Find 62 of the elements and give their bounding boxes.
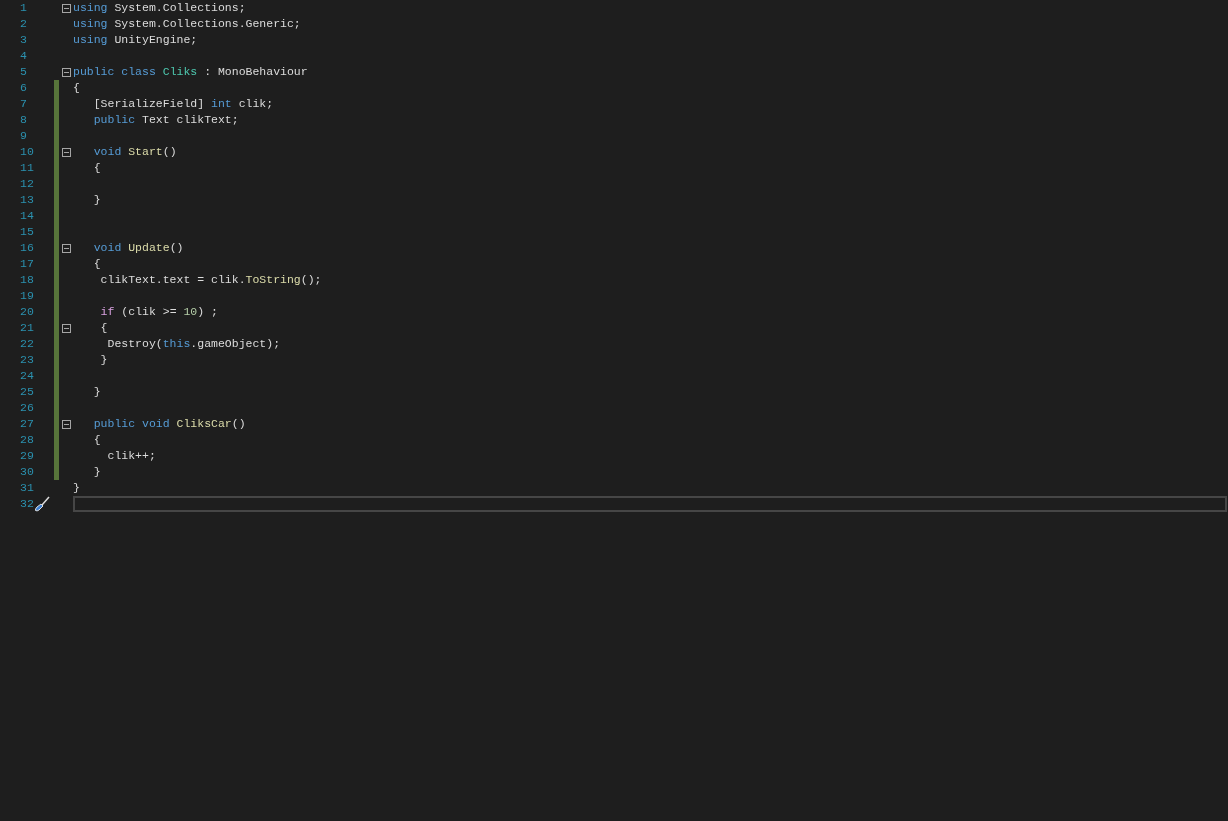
collapse-icon[interactable] xyxy=(61,419,71,429)
line-number: 3 xyxy=(19,32,28,48)
code-line: { xyxy=(73,80,80,96)
code-line: } xyxy=(99,352,108,368)
code-line: } xyxy=(92,384,101,400)
line-number: 24 xyxy=(19,368,34,384)
line-number: 26 xyxy=(19,400,34,416)
code-line: void Start() xyxy=(92,144,177,160)
code-line: { xyxy=(92,432,101,448)
line-number: 12 xyxy=(19,176,34,192)
code-line: clik++; xyxy=(106,448,156,464)
code-line: } xyxy=(73,480,80,496)
collapse-icon[interactable] xyxy=(61,67,71,77)
code-line: } xyxy=(92,464,101,480)
code-line: using System.Collections; xyxy=(73,0,246,16)
code-line: } xyxy=(92,192,101,208)
line-number: 31 xyxy=(19,480,34,496)
line-number: 18 xyxy=(19,272,34,288)
line-number: 19 xyxy=(19,288,34,304)
line-number: 17 xyxy=(19,256,34,272)
line-number: 10 xyxy=(19,144,34,160)
collapse-icon[interactable] xyxy=(61,147,71,157)
line-number: 1 xyxy=(19,0,28,16)
line-number: 29 xyxy=(19,448,34,464)
line-number: 7 xyxy=(19,96,28,112)
code-line: public class Cliks : MonoBehaviour xyxy=(73,64,308,80)
line-number: 16 xyxy=(19,240,34,256)
line-number: 25 xyxy=(19,384,34,400)
line-number: 6 xyxy=(19,80,28,96)
line-number: 32 xyxy=(19,496,34,512)
line-number: 11 xyxy=(19,160,34,176)
line-number: 4 xyxy=(19,48,28,64)
line-number: 22 xyxy=(19,336,34,352)
code-line: using System.Collections.Generic; xyxy=(73,16,301,32)
code-line: public Text clikText; xyxy=(92,112,239,128)
line-number: 15 xyxy=(19,224,34,240)
code-line: public void CliksCar() xyxy=(92,416,246,432)
collapse-icon[interactable] xyxy=(61,243,71,253)
code-line: { xyxy=(92,160,101,176)
code-line: Destroy(this.gameObject); xyxy=(106,336,281,352)
collapse-icon[interactable] xyxy=(61,323,71,333)
line-number: 20 xyxy=(19,304,34,320)
line-number: 21 xyxy=(19,320,34,336)
line-number: 30 xyxy=(19,464,34,480)
line-number: 14 xyxy=(19,208,34,224)
code-line: [SerializeField] int clik; xyxy=(92,96,274,112)
collapse-icon[interactable] xyxy=(61,3,71,13)
code-line: clikText.text = clik.ToString(); xyxy=(99,272,322,288)
line-number: 8 xyxy=(19,112,28,128)
line-number: 27 xyxy=(19,416,34,432)
line-number: 9 xyxy=(19,128,28,144)
line-number: 2 xyxy=(19,16,28,32)
brush-icon[interactable] xyxy=(34,496,50,512)
code-line: { xyxy=(99,320,108,336)
code-line: using UnityEngine; xyxy=(73,32,198,48)
code-line: { xyxy=(92,256,101,272)
code-line: void Update() xyxy=(92,240,184,256)
line-number: 5 xyxy=(19,64,28,80)
line-number: 23 xyxy=(19,352,34,368)
line-number: 13 xyxy=(19,192,34,208)
code-line: if (clik >= 10) ; xyxy=(99,304,218,320)
line-number: 28 xyxy=(19,432,34,448)
